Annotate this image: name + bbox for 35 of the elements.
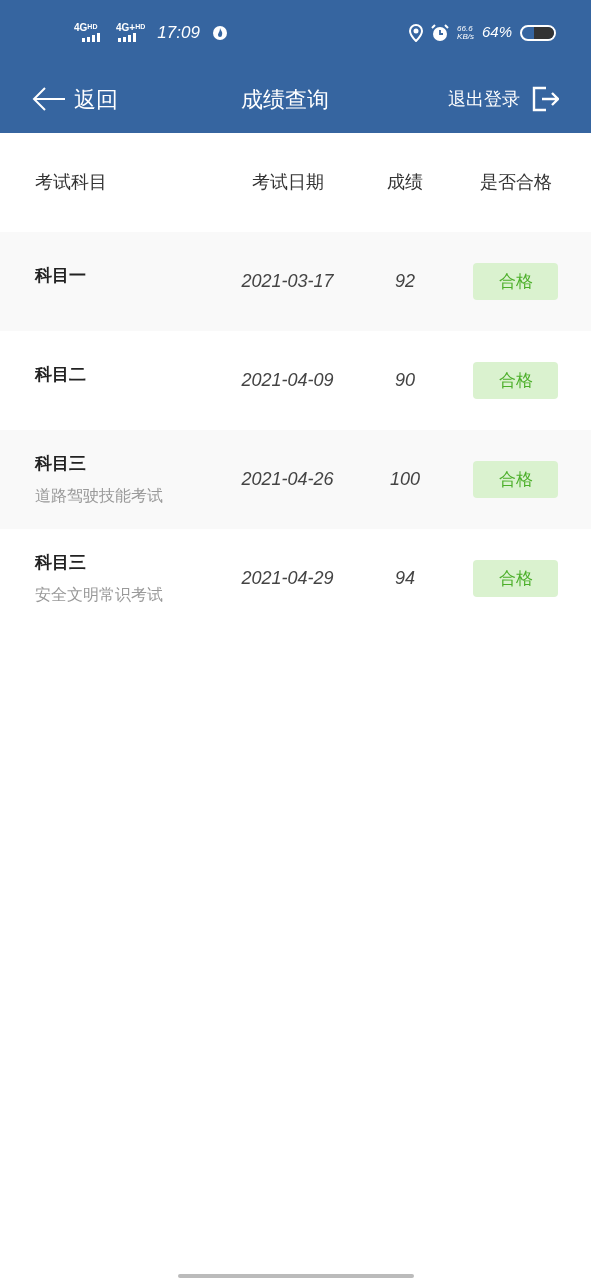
column-header: 考试日期	[251, 172, 324, 192]
result-badge: 合格	[473, 263, 558, 300]
page-title: 成绩查询	[241, 85, 329, 114]
back-button[interactable]: 返回	[32, 82, 118, 116]
alarm-icon	[431, 23, 450, 42]
subject-name: 科目一	[35, 264, 87, 287]
battery-percent: 64%	[481, 22, 512, 43]
column-header: 是否合格	[479, 171, 552, 194]
result-badge: 合格	[473, 560, 558, 597]
status-time: 17:09	[157, 21, 200, 44]
exam-date: 2021-04-29	[241, 568, 334, 588]
score: 100	[389, 469, 420, 489]
subject-detail: 安全文明常识考试	[35, 585, 164, 606]
result-badge: 合格	[473, 461, 558, 498]
flame-icon	[211, 24, 228, 41]
subject-name: 科目三	[35, 551, 87, 574]
exam-date: 2021-04-26	[241, 469, 334, 489]
logout-button[interactable]: 退出登录	[448, 85, 559, 113]
exam-date: 2021-03-17	[241, 271, 334, 291]
score: 94	[395, 568, 415, 588]
score: 90	[395, 370, 415, 390]
subject-name: 科目二	[35, 363, 87, 386]
logout-icon	[532, 86, 559, 112]
battery-icon	[520, 24, 556, 41]
speed-value: 66.6	[457, 24, 474, 33]
result-badge: 合格	[473, 362, 558, 399]
location-icon	[409, 23, 424, 42]
subject-name: 科目三	[35, 452, 87, 475]
column-header: 成绩	[387, 172, 423, 192]
back-arrow-icon	[32, 86, 66, 112]
subject-detail: 道路驾驶技能考试	[35, 486, 164, 507]
column-header: 考试科目	[35, 172, 107, 192]
score: 92	[395, 271, 415, 291]
speed-unit: KB/s	[457, 32, 474, 41]
exam-date: 2021-04-09	[241, 370, 334, 390]
